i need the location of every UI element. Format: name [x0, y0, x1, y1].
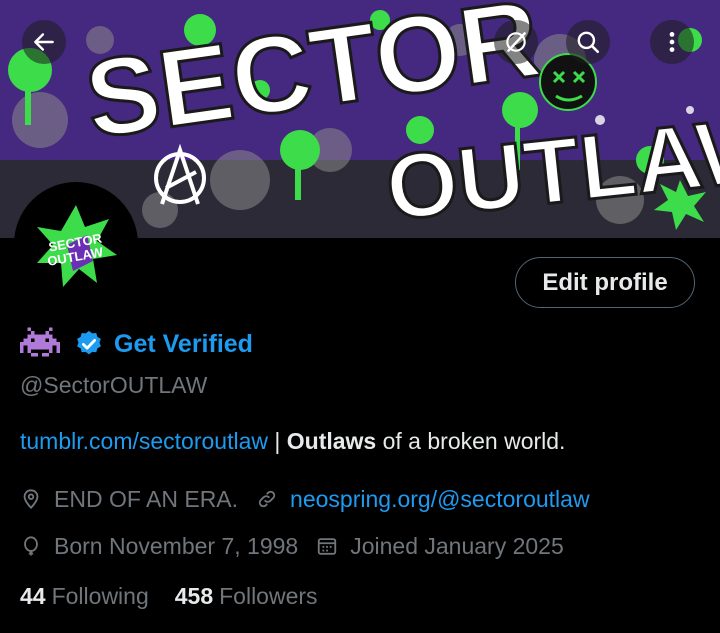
user-handle: @SectorOUTLAW [20, 372, 208, 398]
meta-row-location: END OF AN ERA. neospring.org/@sectoroutl… [20, 484, 608, 514]
birthday-text: Born November 7, 1998 [54, 532, 299, 559]
website-item[interactable]: neospring.org/@sectoroutlaw [256, 486, 590, 513]
link-icon [258, 490, 276, 508]
search-button[interactable] [566, 20, 610, 64]
joined-item: Joined January 2025 [316, 533, 564, 560]
follow-stats: 44 Following 458 Followers [20, 583, 344, 610]
space-invader-icon [20, 326, 60, 357]
more-button[interactable] [650, 20, 694, 64]
search-icon [577, 31, 600, 54]
followers-link[interactable]: 458 Followers [175, 583, 318, 610]
joined-text: Joined January 2025 [350, 532, 564, 559]
arrow-left-icon [34, 33, 54, 51]
back-button[interactable] [22, 20, 66, 64]
following-count: 44 [20, 583, 46, 609]
location-pin-icon [23, 489, 39, 510]
bio-bold-text: Outlaws [286, 428, 377, 454]
bio-text: of a broken world. [376, 428, 566, 454]
more-vertical-icon [669, 32, 675, 52]
avatar-logo-image: SECTOR OUTLAW [17, 185, 135, 303]
avatar[interactable]: SECTOR OUTLAW [14, 182, 138, 306]
birthday-item: Born November 7, 1998 [20, 533, 298, 560]
location-item: END OF AN ERA. [20, 486, 238, 513]
following-link[interactable]: 44 Following [20, 583, 149, 610]
bio-link[interactable]: tumblr.com/sectoroutlaw [20, 428, 268, 454]
followers-label: Followers [219, 583, 318, 609]
balloon-icon [24, 536, 38, 556]
followers-count: 458 [174, 583, 214, 609]
name-row: Get Verified [20, 326, 253, 362]
verified-badge-icon[interactable] [74, 329, 104, 359]
bio-separator: | [267, 428, 287, 454]
calendar-icon [318, 538, 337, 555]
following-label: Following [51, 583, 149, 609]
meta-row-dates: Born November 7, 1998 Joined January 202… [20, 531, 582, 561]
get-verified-link[interactable]: Get Verified [114, 330, 253, 359]
edit-profile-button[interactable]: Edit profile [515, 257, 695, 308]
website-link[interactable]: neospring.org/@sectoroutlaw [290, 486, 590, 513]
display-name-emoji [20, 326, 60, 363]
bio: tumblr.com/sectoroutlaw | Outlaws of a b… [20, 428, 565, 455]
grok-icon [506, 32, 526, 52]
grok-button[interactable] [494, 20, 538, 64]
location-text: END OF AN ERA. [54, 485, 239, 512]
